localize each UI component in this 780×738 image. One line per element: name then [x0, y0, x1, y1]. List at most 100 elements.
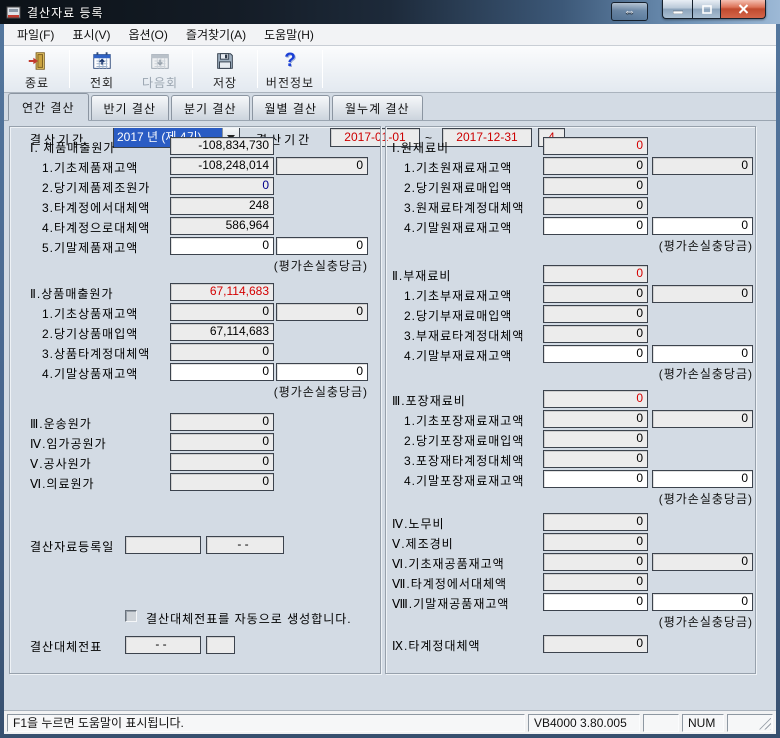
- field-row: 5.기말제품재고액00: [10, 237, 380, 255]
- field-label: 4.타계정으로대체액: [42, 219, 150, 236]
- toolbar: 종료 전회: [4, 46, 776, 93]
- allowance-field: 0: [276, 303, 368, 321]
- cost-section: Ⅳ.노무비0Ⅴ.제조경비0Ⅵ.기초재공품재고액00Ⅶ.타계정에서대체액0Ⅷ.기말…: [386, 513, 755, 629]
- field-row: Ⅶ.타계정에서대체액0: [386, 573, 755, 591]
- tab-quarter-settlement[interactable]: 분기 결산: [171, 95, 250, 120]
- amount-field: 0: [543, 430, 648, 448]
- field-label: 4.기말부재료재고액: [404, 347, 512, 364]
- amount-field: -108,834,730: [170, 137, 274, 155]
- field-label: 3.원재료타계정대체액: [404, 199, 524, 216]
- save-button[interactable]: 저장: [196, 46, 254, 92]
- exit-door-icon: [26, 49, 48, 73]
- amount-field: 0: [543, 137, 648, 155]
- amount-field: 248: [170, 197, 274, 215]
- tab-annual-settlement[interactable]: 연간 결산: [8, 93, 89, 121]
- allowance-field: 0: [652, 285, 753, 303]
- registration-date-row: 결산자료등록일 - -: [10, 536, 380, 556]
- previous-session-button[interactable]: 전회: [73, 46, 131, 92]
- field-label: Ⅸ.타계정대체액: [392, 637, 481, 654]
- version-info-icon: ?: [284, 50, 296, 72]
- cost-section: Ⅱ.상품매출원가67,114,6831.기초상품재고액002.당기상품매입액67…: [10, 283, 380, 399]
- switch-window-button[interactable]: ⇔: [611, 2, 648, 21]
- title-bar: 결산자료 등록 ⇔: [0, 0, 780, 24]
- window-title: 결산자료 등록: [27, 4, 104, 21]
- close-icon: [738, 4, 749, 14]
- menu-item-options[interactable]: 옵션(O): [119, 24, 176, 45]
- tab-monthly-cumulative-settlement[interactable]: 월누계 결산: [332, 95, 423, 120]
- amount-field: 0: [170, 433, 274, 451]
- amount-field: 586,964: [170, 217, 274, 235]
- field-label: Ⅷ.기말재공품재고액: [392, 595, 509, 612]
- maximize-button[interactable]: [692, 0, 720, 19]
- cost-section: Ⅲ.운송원가0Ⅳ.임가공원가0Ⅴ.공사원가0Ⅵ.의료원가0: [10, 413, 380, 491]
- toolbar-button-label: 전회: [90, 74, 114, 91]
- amount-field: 0: [543, 157, 648, 175]
- field-row: Ⅱ.부재료비0: [386, 265, 755, 283]
- field-row: 1.기초제품재고액-108,248,0140: [10, 157, 380, 175]
- amount-field[interactable]: 0: [170, 363, 274, 381]
- field-row: Ⅴ.제조경비0: [386, 533, 755, 551]
- allowance-field[interactable]: 0: [652, 470, 753, 488]
- amount-field: 0: [543, 553, 648, 571]
- amount-field: 0: [170, 303, 274, 321]
- field-label: 4.기말원재료재고액: [404, 219, 512, 236]
- tab-half-year-settlement[interactable]: 반기 결산: [91, 95, 170, 120]
- menu-item-help[interactable]: 도움말(H): [255, 24, 323, 45]
- valuation-allowance-caption: (평가손실충당금): [386, 365, 755, 381]
- toolbar-button-label: 저장: [213, 74, 237, 91]
- allowance-field[interactable]: 0: [652, 345, 753, 363]
- field-label: 1.기초상품재고액: [42, 305, 138, 322]
- next-session-button[interactable]: 다음회: [131, 46, 189, 92]
- allowance-field[interactable]: 0: [276, 237, 368, 255]
- field-row: 2.당기포장재료매입액0: [386, 430, 755, 448]
- field-row: 2.당기부재료매입액0: [386, 305, 755, 323]
- auto-voucher-checkbox[interactable]: [125, 610, 137, 622]
- field-row: 3.원재료타계정대체액0: [386, 197, 755, 215]
- app-body: 파일(F) 표시(V) 옵션(O) 즐겨찾기(A) 도움말(H) 종료: [4, 24, 776, 734]
- maximize-icon: [702, 5, 712, 14]
- field-row: Ⅸ.타계정대체액0: [386, 635, 755, 653]
- field-row: 3.포장재타계정대체액0: [386, 450, 755, 468]
- field-row: Ⅳ.임가공원가0: [10, 433, 380, 451]
- field-label: 3.부재료타계정대체액: [404, 327, 524, 344]
- menu-item-file[interactable]: 파일(F): [8, 24, 63, 45]
- close-button[interactable]: [720, 0, 766, 19]
- allowance-field[interactable]: 0: [652, 217, 753, 235]
- exit-button[interactable]: 종료: [8, 46, 66, 92]
- field-label: Ⅶ.타계정에서대체액: [392, 575, 507, 592]
- field-label: 2.당기제품제조원가: [42, 179, 150, 196]
- field-label: 3.상품타계정대체액: [42, 345, 150, 362]
- field-row: 1.기초부재료재고액00: [386, 285, 755, 303]
- resize-grip-icon[interactable]: [759, 718, 771, 730]
- version-info-button[interactable]: ? 버전정보: [261, 46, 319, 92]
- menu-item-view[interactable]: 표시(V): [63, 24, 119, 45]
- voucher-label: 결산대체전표: [30, 638, 102, 655]
- allowance-field[interactable]: 0: [276, 363, 368, 381]
- valuation-allowance-caption: (평가손실충당금): [10, 257, 380, 273]
- field-label: Ⅱ.부재료비: [392, 267, 451, 284]
- allowance-field[interactable]: 0: [652, 593, 753, 611]
- menu-item-favorites[interactable]: 즐겨찾기(A): [177, 24, 255, 45]
- amount-field[interactable]: 0: [543, 593, 648, 611]
- field-label: 4.기말상품재고액: [42, 365, 138, 382]
- field-row: 2.당기제품제조원가0: [10, 177, 380, 195]
- field-row: Ⅰ.원재료비0: [386, 137, 755, 155]
- field-row: Ⅳ.노무비0: [386, 513, 755, 531]
- auto-voucher-label: 결산대체전표를 자동으로 생성합니다.: [146, 610, 352, 627]
- tab-monthly-settlement[interactable]: 월별 결산: [252, 95, 331, 120]
- amount-field[interactable]: 0: [543, 217, 648, 235]
- field-row: 4.기말상품재고액 00: [10, 363, 380, 381]
- minimize-button[interactable]: [662, 0, 692, 19]
- amount-field: 0: [543, 325, 648, 343]
- valuation-allowance-caption: (평가손실충당금): [386, 490, 755, 506]
- field-label: Ⅵ.의료원가: [30, 475, 95, 492]
- amount-field: 0: [170, 453, 274, 471]
- field-row: 4.기말포장재료재고액00: [386, 470, 755, 488]
- valuation-allowance-caption: (평가손실충당금): [10, 383, 380, 399]
- amount-field[interactable]: 0: [170, 237, 274, 255]
- amount-field[interactable]: 0: [543, 470, 648, 488]
- allowance-field: 0: [652, 553, 753, 571]
- registration-date-label: 결산자료등록일: [30, 538, 114, 555]
- amount-field[interactable]: 0: [543, 345, 648, 363]
- field-row: 3.상품타계정대체액0: [10, 343, 380, 361]
